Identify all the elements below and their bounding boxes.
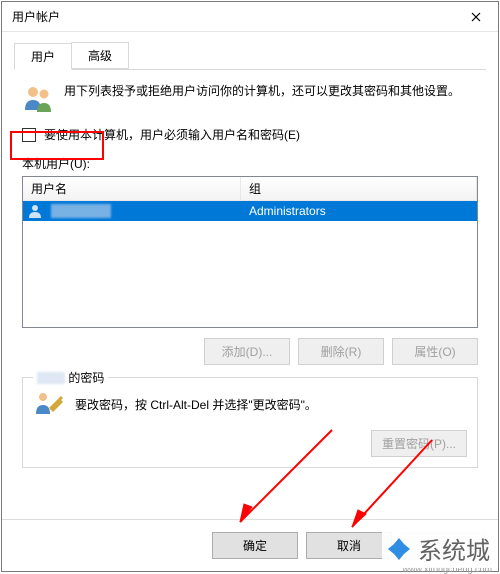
- window-title: 用户帐户: [12, 8, 60, 25]
- properties-button: 属性(O): [392, 338, 478, 365]
- close-button[interactable]: [453, 2, 498, 31]
- tab-advanced[interactable]: 高级: [71, 42, 129, 69]
- reset-password-button: 重置密码(P)...: [371, 430, 467, 457]
- tab-users[interactable]: 用户: [14, 43, 72, 70]
- require-password-row[interactable]: 要使用本计算机，用户必须输入用户名和密码(E): [16, 122, 486, 147]
- watermark: 系统城: [382, 529, 494, 568]
- require-password-checkbox[interactable]: [22, 128, 36, 142]
- add-button: 添加(D)...: [204, 338, 290, 365]
- password-groupbox-title: 的密码: [33, 369, 108, 386]
- tab-strip: 用户 高级: [14, 42, 486, 70]
- ok-button[interactable]: 确定: [212, 532, 298, 559]
- watermark-logo-icon: [386, 536, 412, 562]
- remove-button: 删除(R): [298, 338, 384, 365]
- key-icon: [33, 388, 65, 420]
- password-groupbox: 的密码 要改密码，按 Ctrl-Alt-Del 并选择"更改密码"。 重置密码(…: [22, 377, 478, 468]
- users-list-label: 本机用户(U):: [14, 147, 486, 176]
- column-group[interactable]: 组: [241, 177, 477, 200]
- description-text: 用下列表授予或拒绝用户访问你的计算机，还可以更改其密码和其他设置。: [64, 82, 460, 100]
- watermark-text: 系统城: [418, 531, 490, 566]
- table-row[interactable]: Administrators: [23, 201, 477, 221]
- column-username[interactable]: 用户名: [23, 177, 241, 200]
- require-password-label: 要使用本计算机，用户必须输入用户名和密码(E): [44, 126, 300, 143]
- content-area: 用户 高级 用下列表授予或拒绝用户访问你的计算机，还可以更改其密码和其他设置。 …: [2, 32, 498, 468]
- users-icon: [22, 82, 54, 114]
- user-icon: [27, 203, 43, 219]
- listview-header: 用户名 组: [23, 177, 477, 201]
- password-text: 要改密码，按 Ctrl-Alt-Del 并选择"更改密码"。: [75, 396, 317, 413]
- cancel-button[interactable]: 取消: [306, 532, 392, 559]
- description-row: 用下列表授予或拒绝用户访问你的计算机，还可以更改其密码和其他设置。: [14, 70, 486, 122]
- users-listview[interactable]: 用户名 组 Administrators: [22, 176, 478, 328]
- cell-username: [23, 203, 241, 219]
- cell-group: Administrators: [241, 204, 477, 218]
- dialog-window: 用户帐户 用户 高级 用下列表授予或拒绝用户访问你的计算机，还可以更改其密码和其…: [1, 1, 499, 572]
- titlebar: 用户帐户: [2, 2, 498, 32]
